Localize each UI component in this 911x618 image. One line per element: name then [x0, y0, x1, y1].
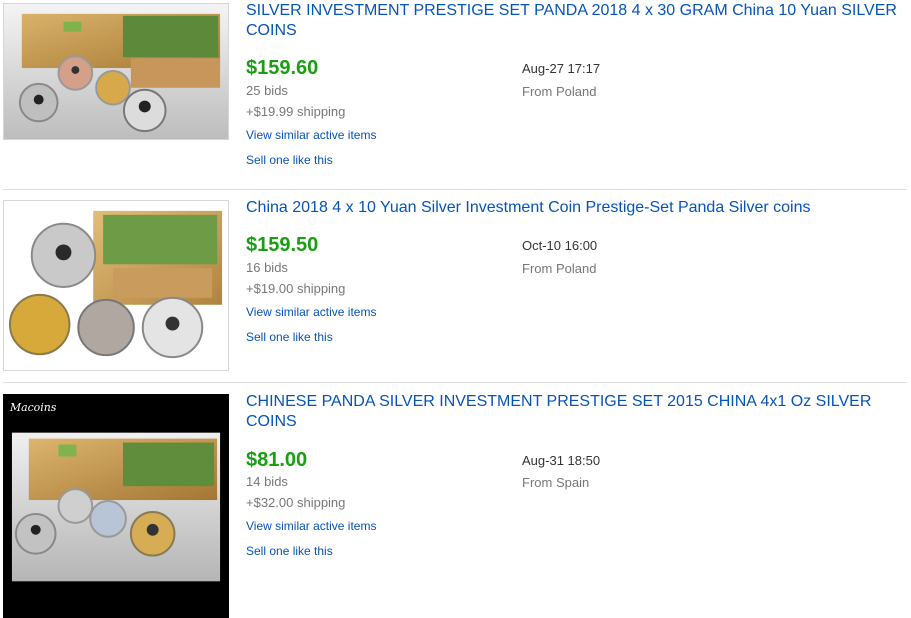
sell-one-link[interactable]: Sell one like this: [246, 543, 333, 559]
item-bids: 16 bids: [246, 260, 288, 275]
watermark-logo: Macoins: [9, 401, 57, 414]
item-end-date: Aug-27 17:17: [522, 61, 601, 76]
item-title-link[interactable]: CHINESE PANDA SILVER INVESTMENT PRESTIGE…: [246, 392, 906, 432]
item-bids: 14 bids: [246, 474, 288, 489]
coin-set-image: Macoins: [4, 395, 228, 617]
item-price: $81.00: [246, 449, 308, 471]
item-end-date: Aug-31 18:50: [522, 453, 601, 468]
sell-one-link[interactable]: Sell one like this: [246, 152, 333, 168]
item-title-link[interactable]: SILVER INVESTMENT PRESTIGE SET PANDA 201…: [246, 1, 906, 41]
sell-one-link[interactable]: Sell one like this: [246, 329, 333, 345]
item-shipping: +$19.99 shipping: [246, 104, 346, 119]
view-similar-link[interactable]: View similar active items: [246, 518, 376, 534]
item-thumbnail[interactable]: [3, 200, 229, 371]
item-end-date: Oct-10 16:00: [522, 238, 598, 253]
item-origin: From Spain: [522, 475, 590, 490]
view-similar-link[interactable]: View similar active items: [246, 304, 376, 320]
item-origin: From Poland: [522, 261, 597, 276]
item-thumbnail[interactable]: Macoins: [3, 394, 229, 618]
listing-divider: [3, 382, 907, 383]
item-origin: From Poland: [522, 84, 597, 99]
item-shipping: +$32.00 shipping: [246, 495, 346, 510]
item-bids: 25 bids: [246, 83, 288, 98]
item-price: $159.60: [246, 57, 319, 79]
item-title-link[interactable]: China 2018 4 x 10 Yuan Silver Investment…: [246, 198, 906, 218]
view-similar-link[interactable]: View similar active items: [246, 127, 376, 143]
item-price: $159.50: [246, 234, 319, 256]
listing-divider: [3, 189, 907, 190]
coin-set-image: [4, 4, 228, 139]
coin-set-image: [4, 201, 228, 370]
item-shipping: +$19.00 shipping: [246, 281, 346, 296]
item-thumbnail[interactable]: [3, 3, 229, 140]
